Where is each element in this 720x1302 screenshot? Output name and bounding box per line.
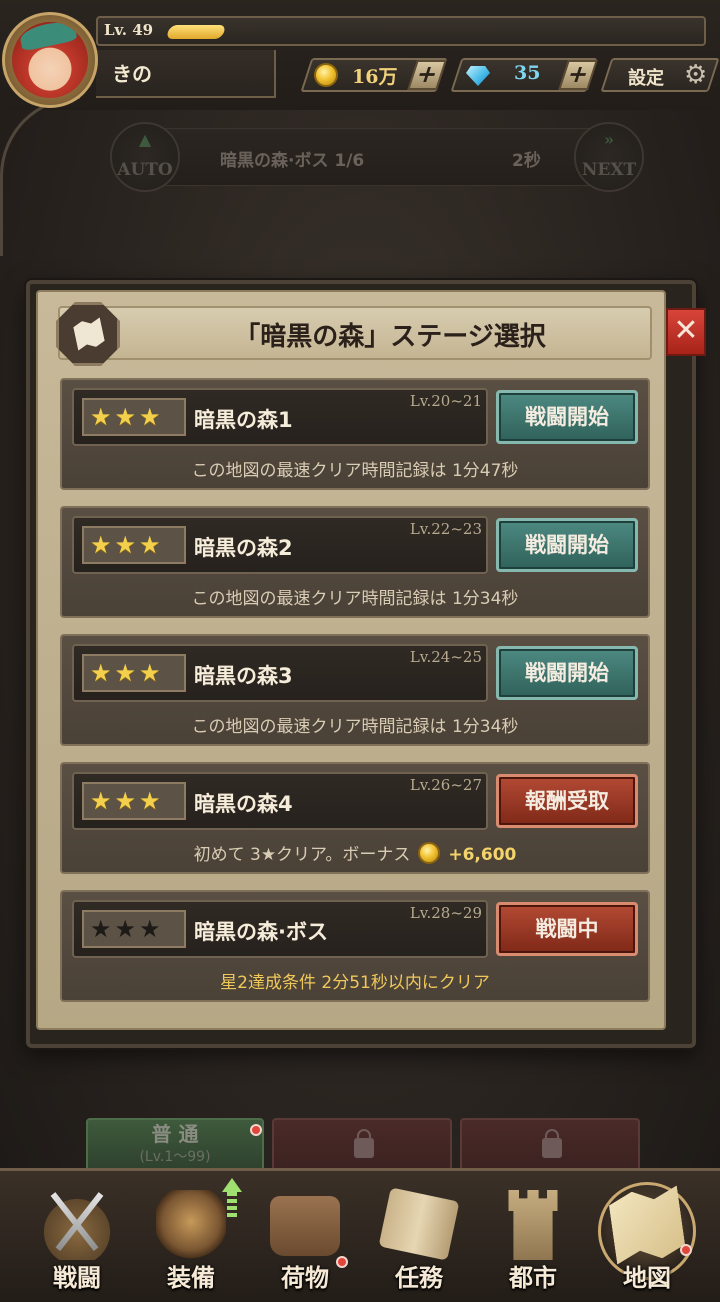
tower-icon [508, 1190, 558, 1260]
gear-icon[interactable]: ⚙ [684, 60, 707, 90]
nav-label: 任務 [395, 1263, 443, 1292]
start-battle-button[interactable]: 戦闘開始 [496, 646, 638, 700]
stage-name: 暗黒の森·ボス [194, 920, 328, 944]
nav-label: 装備 [167, 1263, 215, 1292]
notification-dot [680, 1244, 692, 1256]
bonus-text: 初めて 3★クリア。ボーナス [193, 845, 411, 865]
start-battle-button[interactable]: 戦闘開始 [496, 518, 638, 572]
stage-name: 暗黒の森2 [194, 536, 293, 560]
bonus-amount: +6,600 [448, 845, 517, 865]
stage-timer: 2秒 [512, 151, 541, 171]
difficulty-level-range: (Lv.1～99) [139, 1149, 211, 1165]
coin-icon [314, 63, 338, 87]
stage-header: ★★★ 暗黒の森2 Lv.22~23 [72, 516, 488, 574]
stage-card: ★★★ 暗黒の森3 Lv.24~25 戦闘開始 この地図の最速クリア時間記録は … [60, 634, 650, 746]
star-rating: ★★★ [82, 654, 186, 692]
stage-level-range: Lv.26~27 [409, 776, 482, 794]
best-time-note: この地図の最速クリア時間記録は 1分34秒 [191, 717, 519, 737]
auto-button[interactable]: ▲ AUTO [110, 122, 180, 192]
scroll-icon [378, 1187, 460, 1261]
gem-amount: 35 [514, 62, 541, 84]
next-button[interactable]: » NEXT [574, 122, 644, 192]
nav-label: 都市 [509, 1263, 557, 1292]
nav-quests[interactable]: 任務 [364, 1180, 474, 1292]
decorative-swirl [0, 96, 80, 256]
lock-icon [354, 1129, 374, 1158]
bag-icon [270, 1196, 340, 1256]
nav-label: 戦闘 [53, 1263, 101, 1292]
settings-label: 設定 [628, 68, 664, 89]
stage-card: ★★★ 暗黒の森4 Lv.26~27 報酬受取 初めて 3★クリア。ボーナス +6… [60, 762, 650, 874]
helmet-icon [156, 1190, 226, 1260]
stage-header: ★★★ 暗黒の森4 Lv.26~27 [72, 772, 488, 830]
star-rating: ★★★ [82, 910, 186, 948]
star-rating: ★★★ [82, 782, 186, 820]
bonus-note: 初めて 3★クリア。ボーナス +6,600 [62, 840, 648, 865]
difficulty-label: 普 通 [151, 1122, 199, 1146]
best-time-note: この地図の最速クリア時間記録は 1分34秒 [191, 589, 519, 609]
stage-header: ★★★ 暗黒の森·ボス Lv.28~29 [72, 900, 488, 958]
stage-header: ★★★ 暗黒の森1 Lv.20~21 [72, 388, 488, 446]
nav-map[interactable]: 地図 [592, 1180, 702, 1292]
nav-inventory[interactable]: 荷物 [250, 1180, 360, 1292]
stage-level-range: Lv.24~25 [409, 648, 482, 666]
stage-level-range: Lv.28~29 [409, 904, 482, 922]
notification-dot [250, 1124, 262, 1136]
claim-reward-button[interactable]: 報酬受取 [496, 774, 638, 828]
nav-label: 地図 [623, 1263, 671, 1292]
next-arrow-icon: » [604, 130, 614, 149]
auto-label: AUTO [117, 160, 173, 180]
player-level: Lv. 49 [104, 21, 154, 39]
best-time-note: この地図の最速クリア時間記録は 1分47秒 [191, 461, 519, 481]
star-condition-note: 星2達成条件 2分51秒以内にクリア [220, 973, 490, 993]
stage-card: ★★★ 暗黒の森·ボス Lv.28~29 戦闘中 星2達成条件 2分51秒以内に… [60, 890, 650, 1002]
nav-battle[interactable]: 戦闘 [22, 1180, 132, 1292]
stage-card: ★★★ 暗黒の森2 Lv.22~23 戦闘開始 この地図の最速クリア時間記録は … [60, 506, 650, 618]
lock-icon [542, 1129, 562, 1158]
notification-dot [336, 1256, 348, 1268]
upgrade-arrow-icon [222, 1178, 242, 1222]
stage-name: 暗黒の森1 [194, 408, 293, 432]
stage-level-range: Lv.22~23 [409, 520, 482, 538]
next-label: NEXT [581, 160, 637, 180]
player-name[interactable]: きの [112, 58, 152, 87]
stage-card: ★★★ 暗黒の森1 Lv.20~21 戦闘開始 この地図の最速クリア時間記録は … [60, 378, 650, 490]
stage-header: ★★★ 暗黒の森3 Lv.24~25 [72, 644, 488, 702]
close-button[interactable]: ✕ [666, 308, 706, 356]
avatar-portrait [12, 22, 88, 98]
star-rating: ★★★ [82, 398, 186, 436]
dialog-title: 「暗黒の森」ステージ選択 [234, 322, 546, 352]
exp-bar [165, 25, 227, 39]
in-battle-button[interactable]: 戦闘中 [496, 902, 638, 956]
stage-progress: 暗黒の森·ボス 1/6 [220, 151, 365, 171]
auto-arrow-icon: ▲ [138, 130, 152, 149]
nav-city[interactable]: 都市 [478, 1180, 588, 1292]
coin-icon [418, 842, 441, 864]
crossed-swords-icon [42, 1190, 112, 1260]
stage-name: 暗黒の森4 [194, 792, 293, 816]
stage-name: 暗黒の森3 [194, 664, 293, 688]
stage-level-range: Lv.20~21 [409, 392, 482, 410]
star-rating: ★★★ [82, 526, 186, 564]
gold-amount: 16万 [352, 66, 398, 88]
start-battle-button[interactable]: 戦闘開始 [496, 390, 638, 444]
